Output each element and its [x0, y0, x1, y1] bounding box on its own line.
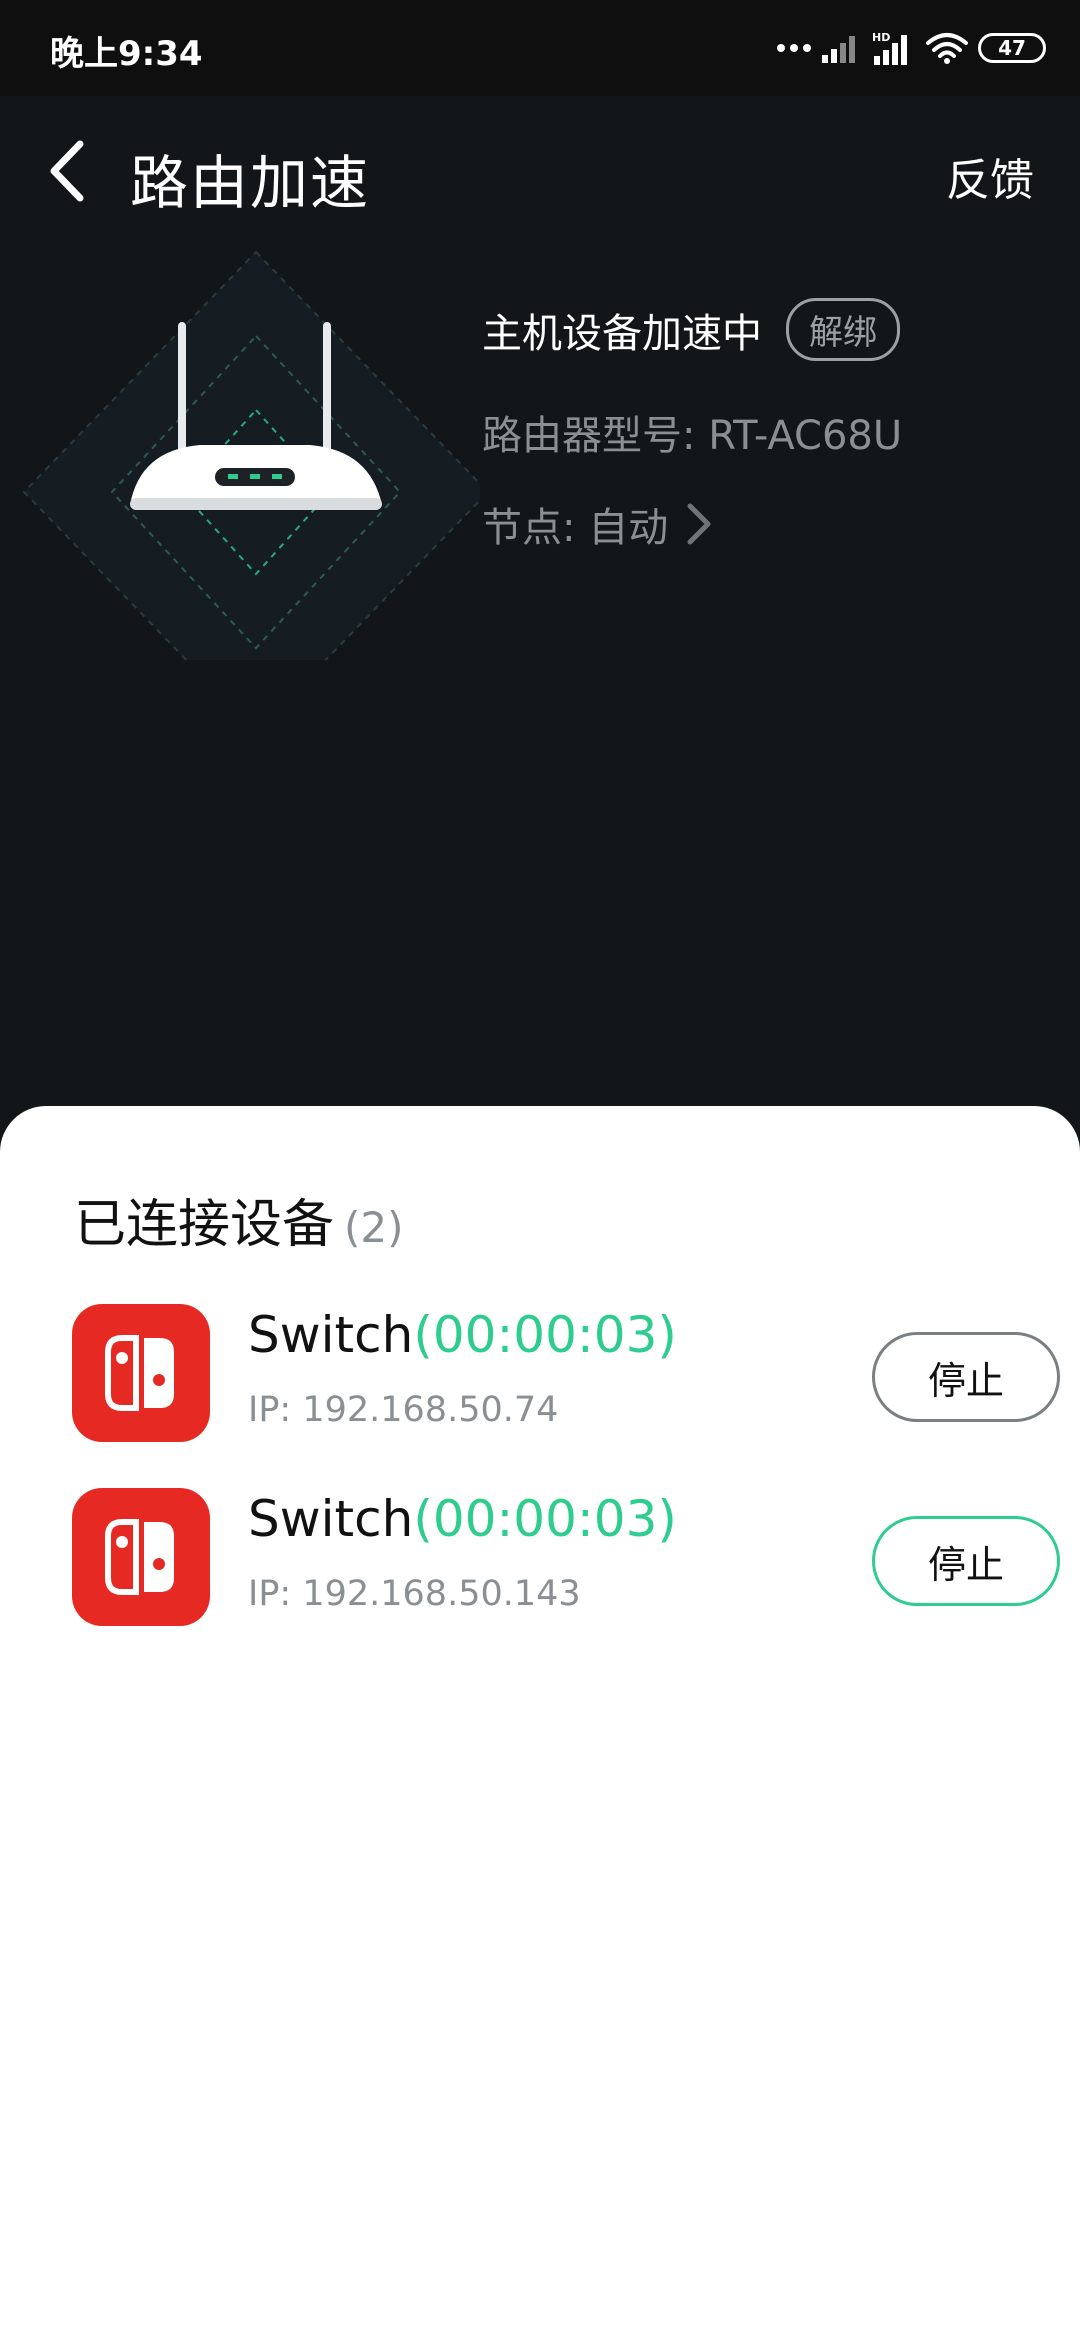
device-duration: (00:00:03) — [413, 1306, 677, 1364]
wifi-icon — [926, 33, 968, 64]
system-icons: HD 47 — [776, 22, 1046, 74]
feedback-button[interactable]: 反馈 — [946, 144, 1034, 208]
page-title: 路由加速 — [130, 149, 371, 217]
battery-icon: 47 — [978, 33, 1046, 63]
connected-devices-sheet: 已连接设备 (2) Switch(00:00:03) IP: 192.168.5… — [0, 1106, 1080, 2340]
unbind-button[interactable]: 解绑 — [786, 298, 900, 361]
accel-status-row: 主机设备加速中 解绑 — [482, 298, 902, 361]
stop-button[interactable]: 停止 — [872, 1516, 1060, 1606]
status-bar: 晚上9:34 HD 47 — [0, 0, 1080, 96]
app-bar: 路由加速 反馈 — [0, 96, 1080, 246]
node-selector[interactable]: 节点: 自动 — [482, 495, 902, 553]
device-ip: IP: 192.168.50.74 — [248, 1390, 559, 1430]
device-ip: IP: 192.168.50.143 — [248, 1574, 581, 1614]
device-item: Switch(00:00:03) IP: 192.168.50.143 停止 — [72, 1488, 1060, 1628]
section-title: 已连接设备 — [74, 1195, 335, 1255]
device-item: Switch(00:00:03) IP: 192.168.50.74 停止 — [72, 1304, 1060, 1444]
signal-icon — [822, 36, 855, 63]
router-illustration — [22, 250, 480, 660]
device-name-text: Switch — [248, 1306, 414, 1364]
device-name: Switch(00:00:03) — [248, 1490, 677, 1548]
device-count: (2) — [344, 1203, 404, 1252]
back-arrow-icon — [50, 140, 84, 202]
stop-button[interactable]: 停止 — [872, 1332, 1060, 1422]
device-name-text: Switch — [248, 1490, 414, 1548]
device-duration: (00:00:03) — [413, 1490, 677, 1548]
back-button[interactable] — [36, 140, 96, 202]
more-dots-icon — [777, 44, 811, 52]
status-time: 晚上9:34 — [50, 34, 203, 74]
svg-text:HD: HD — [872, 31, 890, 44]
device-name: Switch(00:00:03) — [248, 1306, 677, 1364]
chevron-right-icon — [687, 503, 711, 545]
node-label: 节点: 自动 — [482, 505, 669, 551]
connected-devices-title: 已连接设备 (2) — [74, 1182, 404, 1257]
nintendo-switch-icon — [72, 1488, 210, 1626]
battery-level: 47 — [998, 36, 1026, 60]
nintendo-switch-icon — [72, 1304, 210, 1442]
router-model: 路由器型号: RT-AC68U — [482, 413, 903, 459]
hd-signal-icon: HD — [872, 31, 907, 65]
accel-status-text: 主机设备加速中 — [482, 310, 762, 357]
router-info: 主机设备加速中 解绑 路由器型号: RT-AC68U 节点: 自动 — [482, 298, 902, 553]
